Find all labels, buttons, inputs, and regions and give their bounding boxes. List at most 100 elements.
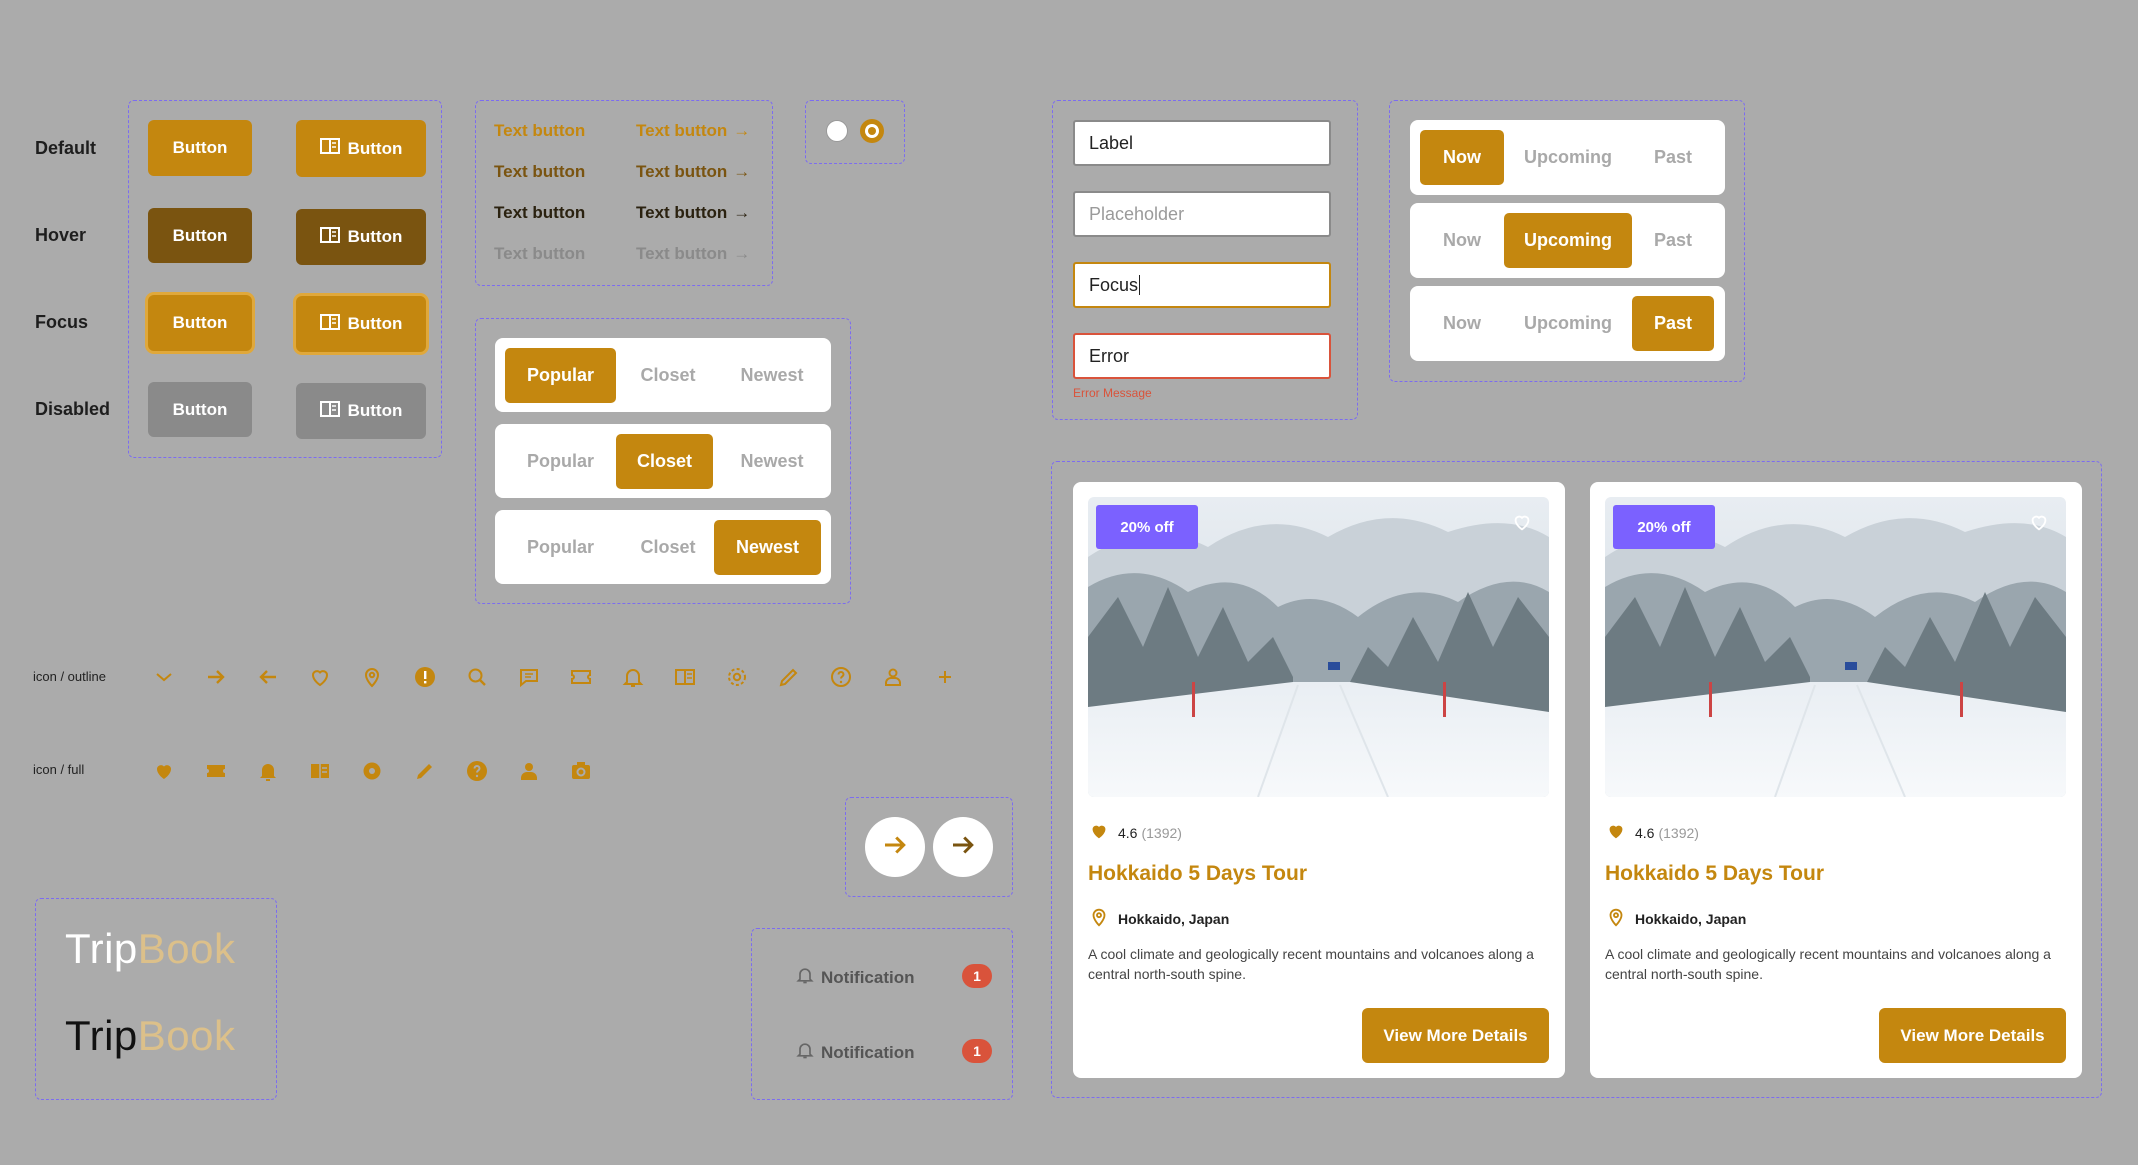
tab-upcoming[interactable]: Upcoming [1504,213,1632,268]
button-hover[interactable]: Button [148,208,252,263]
tab-past[interactable]: Past [1632,213,1714,268]
arrow-right-icon [204,665,228,689]
text-button-focus[interactable]: Text button [494,203,585,223]
button-focus[interactable]: Button [148,295,252,351]
radio-frame [805,100,905,164]
icon-button-focus[interactable]: Button [296,296,426,352]
button-default[interactable]: Button [148,120,252,176]
location-row: Hokkaido, Japan [1088,906,1229,931]
view-details-button[interactable]: View More Details [1879,1008,2066,1063]
bell-icon [621,665,645,689]
review-count: (1392) [1141,824,1182,841]
favorite-button[interactable] [2028,511,2050,538]
logo-part-trip: Trip [65,925,138,972]
tab-popular[interactable]: Popular [505,520,616,575]
icon-button-default[interactable]: Button [296,120,426,177]
text-button-hover[interactable]: Text button [494,162,585,182]
tab-closet[interactable]: Closet [616,520,720,575]
tour-title[interactable]: Hokkaido 5 Days Tour [1605,862,1824,886]
chat-icon [517,665,541,689]
radio-unchecked[interactable] [826,120,848,142]
button-label: Button [347,401,403,420]
arrow-right-icon: → [733,121,751,140]
book-icon [319,313,340,335]
tab-now[interactable]: Now [1420,296,1504,351]
tab-upcoming[interactable]: Upcoming [1504,296,1632,351]
location-row: Hokkaido, Japan [1605,906,1746,931]
input-value: Focus [1089,274,1139,295]
text-button-default[interactable]: Text button [494,121,585,141]
notification-count-badge: 1 [962,1039,992,1063]
tour-card[interactable]: 20% off 4.6 (1392) Hokkaido 5 Days Tour … [1073,482,1565,1078]
button-label: Button [172,399,228,419]
input-value: Error [1089,345,1129,366]
tab-newest[interactable]: Newest [720,434,824,489]
heart-icon [1511,515,1533,537]
tab-upcoming[interactable]: Upcoming [1504,130,1632,185]
text-button-label: Text button [494,162,586,181]
text-arrow-button-default[interactable]: Text button → [636,121,750,141]
tab-closet[interactable]: Closet [616,348,720,403]
tab-newest[interactable]: Newest [714,520,821,575]
tab-popular[interactable]: Popular [505,434,616,489]
tab-now[interactable]: Now [1420,213,1504,268]
state-label-hover: Hover [35,225,87,245]
icon-button-disabled: Button [296,383,426,439]
input-focus[interactable]: Focus [1073,262,1331,308]
logo-part-book: Book [137,925,236,972]
help-icon [465,759,489,783]
favorite-button[interactable] [1511,511,1533,538]
camera-icon [569,759,593,783]
time-tabs-past: Now Upcoming Past [1410,286,1725,361]
book-icon [319,226,340,248]
radio-checked[interactable] [860,119,884,143]
next-button[interactable] [865,817,925,877]
text-arrow-button-hover[interactable]: Text button → [636,162,750,182]
rating-row: 4.6 (1392) [1605,820,1699,845]
tab-past[interactable]: Past [1632,296,1714,351]
view-details-button[interactable]: View More Details [1362,1008,1549,1063]
tab-past[interactable]: Past [1632,130,1714,185]
text-arrow-button-focus[interactable]: Text button → [636,203,750,223]
button-disabled: Button [148,382,252,437]
arrow-right-icon [880,830,910,865]
rating-value: 4.6 [1635,824,1655,841]
state-label-focus: Focus [35,312,89,332]
input-placeholder-text: Placeholder [1089,203,1185,224]
notification-item[interactable]: Notification [795,965,915,990]
gear-icon [725,665,749,689]
next-button-hover[interactable] [933,817,993,877]
input-error[interactable]: Error [1073,333,1331,379]
tab-closet[interactable]: Closet [616,434,713,489]
book-icon [319,400,340,422]
arrow-right-icon: → [733,162,751,181]
error-message: Error Message [1073,386,1152,400]
icon-button-hover[interactable]: Button [296,209,426,265]
tour-card[interactable]: 20% off 4.6 (1392) Hokkaido 5 Days Tour … [1590,482,2082,1078]
button-label: Button [347,138,403,158]
state-label-disabled: Disabled [35,399,111,419]
notification-item[interactable]: Notification [795,1040,915,1065]
input-label[interactable]: Label [1073,120,1331,166]
heart-icon [2028,515,2050,537]
tour-title[interactable]: Hokkaido 5 Days Tour [1088,862,1307,886]
notification-count-badge: 1 [962,964,992,988]
time-tabs-upcoming: Now Upcoming Past [1410,203,1725,278]
heart-icon [1088,820,1110,845]
user-icon [517,759,541,783]
bell-icon [795,1040,815,1065]
alert-icon [413,665,437,689]
arrow-right-icon: → [733,244,751,263]
pencil-icon [777,665,801,689]
icon-full-label: icon / full [33,762,85,777]
location-text: Hokkaido, Japan [1635,910,1747,927]
tab-popular[interactable]: Popular [505,348,616,403]
text-arrow-button-disabled: Text button → [636,244,750,264]
discount-badge: 20% off [1096,505,1198,549]
tab-newest[interactable]: Newest [720,348,824,403]
tour-photo: 20% off [1088,497,1549,797]
input-placeholder[interactable]: Placeholder [1073,191,1331,237]
tab-now[interactable]: Now [1420,130,1504,185]
review-count: (1392) [1658,824,1699,841]
gear-icon [360,759,384,783]
